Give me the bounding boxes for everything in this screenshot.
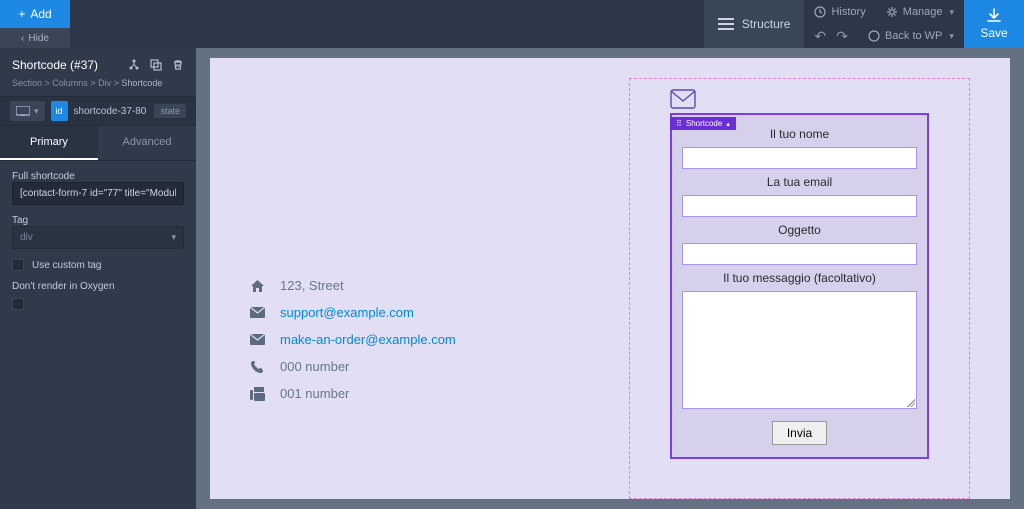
phone1-text: 000 number bbox=[280, 359, 349, 374]
add-button[interactable]: + Add bbox=[0, 0, 70, 28]
save-button[interactable]: Save bbox=[964, 0, 1024, 48]
mail-icon bbox=[670, 89, 929, 109]
history-button[interactable]: History bbox=[804, 0, 875, 24]
trash-icon[interactable] bbox=[172, 59, 184, 71]
chevron-up-icon: ▴ bbox=[726, 120, 730, 128]
back-to-wp-label: Back to WP bbox=[885, 30, 942, 42]
resize-grip[interactable] bbox=[907, 399, 915, 407]
tab-advanced[interactable]: Advanced bbox=[98, 126, 196, 160]
use-custom-tag-label: Use custom tag bbox=[32, 260, 101, 271]
tab-primary[interactable]: Primary bbox=[0, 126, 98, 160]
tag-select[interactable]: div ▾ bbox=[12, 226, 184, 249]
history-icon bbox=[814, 6, 826, 18]
download-icon bbox=[986, 8, 1002, 24]
name-input[interactable] bbox=[682, 147, 917, 169]
submit-button[interactable]: Invia bbox=[772, 421, 827, 445]
copy-icon[interactable] bbox=[150, 59, 162, 71]
subject-label: Oggetto bbox=[778, 223, 821, 237]
properties-sidebar: Shortcode (#37) Section > Columns > Div … bbox=[0, 48, 196, 509]
form-column: ⠿ Shortcode ▴ Il tuo nome La tua email O… bbox=[629, 78, 970, 499]
full-shortcode-label: Full shortcode bbox=[12, 171, 184, 182]
wordpress-icon bbox=[868, 30, 880, 42]
email-input[interactable] bbox=[682, 195, 917, 217]
structure-label: Structure bbox=[742, 17, 791, 31]
history-label: History bbox=[831, 6, 865, 18]
phone-icon bbox=[250, 360, 266, 374]
element-tag-label: Shortcode bbox=[686, 119, 722, 128]
address-row: 123, Street bbox=[250, 278, 589, 293]
undo-button[interactable]: ↶ bbox=[814, 28, 826, 45]
element-title: Shortcode (#37) bbox=[12, 58, 98, 72]
subject-input[interactable] bbox=[682, 243, 917, 265]
gear-icon bbox=[886, 6, 898, 18]
state-selector[interactable]: state bbox=[154, 104, 186, 118]
chevron-down-icon: ▾ bbox=[949, 7, 954, 18]
grip-icon: ⠿ bbox=[676, 119, 682, 128]
use-custom-tag-checkbox[interactable] bbox=[12, 259, 24, 271]
structure-icon bbox=[718, 18, 734, 30]
address-text: 123, Street bbox=[280, 278, 344, 293]
contact-form[interactable]: Il tuo nome La tua email Oggetto Il tuo … bbox=[670, 113, 929, 459]
breadcrumb: Section > Columns > Div > Shortcode bbox=[0, 78, 196, 96]
chevron-down-icon: ▾ bbox=[34, 106, 39, 117]
envelope-icon bbox=[250, 307, 266, 318]
vertical-scrollbar[interactable] bbox=[996, 58, 1008, 499]
structure-button[interactable]: Structure bbox=[704, 0, 805, 48]
selector-name[interactable]: shortcode-37-80 bbox=[74, 106, 147, 117]
order-email-row[interactable]: make-an-order@example.com bbox=[250, 332, 589, 347]
phone2-text: 001 number bbox=[280, 386, 349, 401]
dont-render-label: Don't render in Oxygen bbox=[12, 281, 184, 292]
chevron-down-icon: ▾ bbox=[949, 31, 954, 42]
phone1-row: 000 number bbox=[250, 359, 589, 374]
message-label: Il tuo messaggio (facoltativo) bbox=[723, 271, 876, 285]
fax-icon bbox=[250, 387, 266, 401]
save-label: Save bbox=[980, 26, 1007, 40]
breakpoint-selector[interactable]: ▾ bbox=[10, 101, 45, 121]
canvas: 123, Street support@example.com make-an-… bbox=[196, 48, 1024, 509]
hide-button[interactable]: ‹ Hide bbox=[0, 28, 70, 48]
top-bar: + Add ‹ Hide Structure History bbox=[0, 0, 1024, 48]
envelope-icon bbox=[250, 334, 266, 345]
email-label: La tua email bbox=[767, 175, 832, 189]
back-to-wp-button[interactable]: Back to WP ▾ bbox=[858, 24, 964, 48]
tag-label: Tag bbox=[12, 215, 184, 226]
hide-label: Hide bbox=[28, 33, 49, 44]
message-textarea[interactable] bbox=[682, 291, 917, 409]
redo-button[interactable]: ↷ bbox=[836, 28, 848, 45]
plus-icon: + bbox=[18, 7, 25, 21]
phone2-row: 001 number bbox=[250, 386, 589, 401]
element-tag[interactable]: ⠿ Shortcode ▴ bbox=[670, 117, 736, 130]
dont-render-checkbox[interactable] bbox=[12, 298, 24, 310]
order-email-text: make-an-order@example.com bbox=[280, 332, 456, 347]
home-icon bbox=[250, 279, 266, 293]
selector-row: ▾ id shortcode-37-80 state bbox=[0, 96, 196, 126]
property-tabs: Primary Advanced bbox=[0, 126, 196, 161]
name-label: Il tuo nome bbox=[770, 127, 829, 141]
add-label: Add bbox=[30, 7, 51, 21]
tree-icon[interactable] bbox=[128, 59, 140, 71]
tag-value: div bbox=[20, 232, 33, 243]
id-badge[interactable]: id bbox=[51, 101, 68, 121]
chevron-left-icon: ‹ bbox=[21, 33, 24, 44]
contact-info-column: 123, Street support@example.com make-an-… bbox=[250, 78, 589, 499]
page-preview[interactable]: 123, Street support@example.com make-an-… bbox=[210, 58, 1010, 499]
manage-button[interactable]: Manage ▾ bbox=[876, 0, 964, 24]
support-email-text: support@example.com bbox=[280, 305, 414, 320]
manage-label: Manage bbox=[903, 6, 943, 18]
full-shortcode-input[interactable] bbox=[12, 182, 184, 205]
support-email-row[interactable]: support@example.com bbox=[250, 305, 589, 320]
chevron-down-icon: ▾ bbox=[171, 232, 176, 243]
